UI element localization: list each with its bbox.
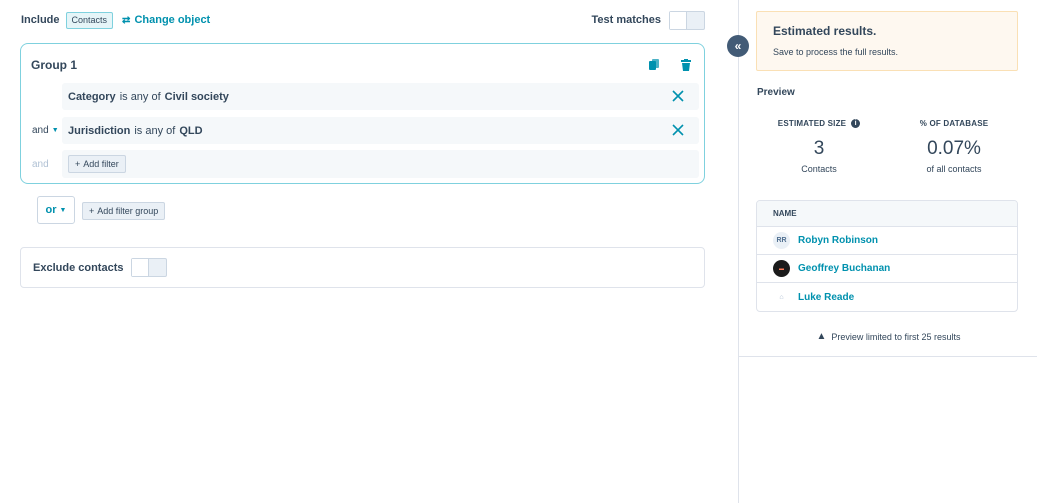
results-table: NAME RR Robyn Robinson ▬ Geoffrey Buchan… (756, 200, 1018, 312)
contact-name-link[interactable]: Geoffrey Buchanan (798, 263, 890, 274)
plus-icon: + (89, 206, 95, 216)
stat-value: 0.07% (927, 138, 981, 159)
stat-sub: of all contacts (926, 164, 982, 174)
chevron-down-icon: ▼ (51, 127, 59, 134)
change-object-label: Change object (134, 14, 211, 26)
toggle-knob (132, 259, 150, 276)
alert-title: Estimated results. (773, 24, 877, 38)
stat-label: ESTIMATED SIZE i (777, 119, 861, 128)
add-filter-group-button[interactable]: + Add filter group (82, 202, 166, 220)
estimated-results-alert: Estimated results. Save to process the f… (756, 11, 1018, 71)
stat-label: % OF DATABASE (919, 119, 989, 128)
copy-icon[interactable] (649, 59, 659, 71)
add-row-connector: and (32, 159, 49, 170)
exclude-contacts-section: Exclude contacts (20, 247, 705, 288)
contact-name-link[interactable]: Robyn Robinson (798, 235, 878, 246)
add-filter-label: Add filter (83, 159, 119, 169)
table-row[interactable]: RR Robyn Robinson (757, 227, 1017, 255)
filter-value: QLD (179, 124, 203, 137)
close-icon[interactable] (671, 123, 685, 137)
filter-value: Civil society (164, 90, 229, 103)
connector-dropdown[interactable]: and ▼ (32, 125, 59, 136)
avatar: RR (773, 232, 790, 249)
filter-property: Jurisdiction (68, 124, 131, 137)
avatar: ⌂ (773, 288, 790, 306)
close-icon[interactable] (671, 89, 685, 103)
exclude-contacts-label: Exclude contacts (33, 261, 124, 274)
warning-icon: ▲ (816, 331, 827, 342)
info-icon[interactable]: i (851, 119, 861, 128)
add-filter-group-label: Add filter group (97, 206, 159, 216)
test-matches-label: Test matches (591, 14, 662, 26)
preview-title: Preview (757, 87, 795, 98)
table-row[interactable]: ⌂ Luke Reade (757, 283, 1017, 311)
or-label: or (45, 204, 57, 216)
connector-label: and (32, 125, 49, 136)
add-filter-row: + Add filter (62, 150, 699, 178)
filter-property: Category (68, 90, 116, 103)
or-dropdown[interactable]: or ▼ (37, 196, 75, 224)
chevron-down-icon: ▼ (59, 206, 67, 214)
avatar: ▬ (773, 260, 790, 277)
limit-note-text: Preview limited to first 25 results (831, 331, 961, 342)
filter-row[interactable]: Category is any of Civil society (62, 83, 699, 110)
table-header-name: NAME (757, 201, 1017, 227)
exclude-contacts-toggle[interactable] (131, 258, 168, 277)
filter-builder-panel: Include Contacts ⇄ Change object Test ma… (0, 0, 738, 503)
object-chip: Contacts (65, 11, 114, 29)
filter-operator: is any of (134, 124, 176, 137)
stat-label-text: ESTIMATED SIZE (777, 119, 847, 128)
estimated-size-stat: ESTIMATED SIZE i 3 Contacts (754, 115, 884, 174)
group-title: Group 1 (31, 58, 78, 72)
divider (739, 356, 1037, 357)
toggle-knob (670, 11, 687, 29)
limit-note: ▲ Preview limited to first 25 results (739, 331, 1037, 342)
plus-icon: + (75, 159, 81, 169)
database-percent-stat: % OF DATABASE 0.07% of all contacts (889, 115, 1019, 174)
double-chevron-left-icon[interactable]: « (727, 35, 749, 57)
contact-name-link[interactable]: Luke Reade (798, 292, 854, 303)
stat-value: 3 (813, 138, 825, 159)
alert-body: Save to process the full results. (773, 47, 899, 57)
add-filter-button[interactable]: + Add filter (68, 155, 126, 173)
include-label: Include (21, 14, 60, 26)
topbar: Include Contacts ⇄ Change object Test ma… (21, 10, 705, 30)
stat-sub: Contacts (801, 164, 837, 174)
test-matches-toggle[interactable] (669, 10, 705, 30)
swap-icon: ⇄ (122, 14, 131, 26)
filter-operator: is any of (119, 90, 161, 103)
table-row[interactable]: ▬ Geoffrey Buchanan (757, 255, 1017, 283)
filter-group: Group 1 Category is any of Civil society… (20, 43, 705, 184)
trash-icon[interactable] (681, 59, 691, 71)
filter-row[interactable]: Jurisdiction is any of QLD (62, 117, 699, 144)
change-object-link[interactable]: ⇄ Change object (122, 14, 210, 26)
preview-sidebar: Estimated results. Save to process the f… (738, 0, 1037, 503)
